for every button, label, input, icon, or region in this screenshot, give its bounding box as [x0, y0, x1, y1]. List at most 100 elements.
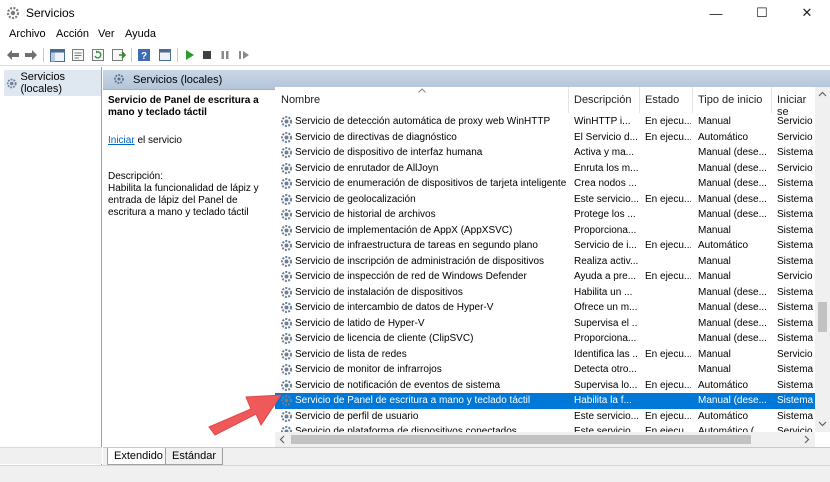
service-row[interactable]: Servicio de implementación de AppX (AppX…: [275, 223, 820, 239]
service-description: Supervisa el ...: [574, 317, 638, 329]
tab-estandar[interactable]: Estándar: [165, 448, 224, 465]
console-tree: Servicios (locales): [0, 67, 102, 465]
service-logon-as: Servicio: [777, 116, 813, 127]
refresh-icon[interactable]: [90, 47, 106, 63]
menu-accion[interactable]: Acción: [56, 28, 89, 40]
description-text: Habilita la funcionalidad de lápiz y ent…: [108, 183, 259, 218]
column-header-estado[interactable]: Estado: [645, 94, 679, 106]
export-list-icon[interactable]: [110, 47, 126, 63]
service-name: Servicio de plataforma de dispositivos c…: [295, 426, 517, 432]
scroll-right-icon[interactable]: [804, 435, 810, 444]
close-button[interactable]: ✕: [784, 0, 830, 26]
service-row[interactable]: Servicio de monitor de infrarrojos Detect…: [275, 362, 820, 378]
service-status: En ejecu...: [645, 131, 691, 143]
service-startup-type: Manual (dese...: [698, 286, 767, 298]
column-header-nombre[interactable]: Nombre: [281, 94, 320, 106]
service-gear-icon: [280, 317, 293, 330]
service-name: Servicio de notificación de eventos de s…: [295, 379, 501, 391]
help-icon[interactable]: ?: [136, 47, 152, 63]
column-header-tipo-inicio[interactable]: Tipo de inicio: [698, 94, 762, 106]
service-logon-as: Sistema: [777, 379, 814, 391]
service-description: Habilita un ...: [574, 286, 633, 298]
service-startup-type: Manual (dese...: [698, 178, 767, 189]
service-row[interactable]: Servicio de enumeración de dispositivos …: [275, 176, 820, 192]
service-row[interactable]: Servicio de inscripción de administració…: [275, 254, 820, 270]
restart-icon[interactable]: [236, 47, 252, 63]
service-logon-as: Sistema: [777, 255, 814, 267]
pause-icon[interactable]: [217, 47, 233, 63]
service-row[interactable]: Servicio de dispositivo de interfaz huma…: [275, 145, 820, 161]
menu-bar: Archivo Acción Ver Ayuda: [0, 26, 830, 44]
service-startup-type: Manual (dese...: [698, 333, 767, 344]
menu-ayuda[interactable]: Ayuda: [125, 28, 156, 40]
service-description: Este servicio...: [574, 426, 638, 432]
service-description: Proporciona...: [574, 224, 637, 236]
service-status: En ejecu...: [645, 240, 691, 251]
service-row[interactable]: Servicio de directivas de diagnóstico El …: [275, 130, 820, 146]
vertical-scroll-thumb[interactable]: [818, 302, 827, 332]
list-horizontal-scrollbar[interactable]: [275, 432, 815, 447]
service-logon-as: Servicio: [777, 426, 813, 432]
service-row[interactable]: Servicio de historial de archivos Protege…: [275, 207, 820, 223]
service-row[interactable]: Servicio de notificación de eventos de s…: [275, 378, 820, 394]
service-name: Servicio de inscripción de administració…: [295, 255, 545, 267]
service-startup-type: Manual (dese...: [698, 209, 767, 220]
stop-icon[interactable]: [199, 47, 215, 63]
service-status: En ejecu...: [645, 348, 691, 360]
service-logon-as: Servicio: [777, 131, 813, 143]
service-row[interactable]: Servicio de enrutador de AllJoyn Enruta l…: [275, 161, 820, 177]
service-row[interactable]: Servicio de Panel de escritura a mano y …: [275, 393, 820, 409]
column-header-descripcion[interactable]: Descripción: [574, 94, 631, 106]
console-window-icon[interactable]: [157, 47, 173, 63]
service-row[interactable]: Servicio de perfil de usuario Este servic…: [275, 409, 820, 425]
service-gear-icon: [280, 193, 293, 206]
back-arrow-icon[interactable]: [5, 47, 21, 63]
service-row[interactable]: Servicio de infraestructura de tareas en…: [275, 238, 820, 254]
minimize-button[interactable]: —: [693, 0, 739, 26]
maximize-button[interactable]: ☐: [739, 0, 785, 26]
service-row[interactable]: Servicio de geolocalización Este servicio…: [275, 192, 820, 208]
service-name: Servicio de infraestructura de tareas en…: [295, 240, 538, 251]
service-row[interactable]: Servicio de instalación de dispositivos H…: [275, 285, 820, 301]
service-row[interactable]: Servicio de licencia de cliente (ClipSVC…: [275, 331, 820, 347]
service-logon-as: Sistema: [777, 395, 814, 406]
play-icon[interactable]: [181, 47, 197, 63]
tree-horizontal-scrollbar[interactable]: [0, 447, 102, 464]
properties-sheet-icon[interactable]: [70, 47, 86, 63]
service-gear-icon: [280, 239, 293, 252]
window-title: Servicios: [26, 6, 75, 20]
service-row[interactable]: Servicio de lista de redes Identifica las…: [275, 347, 820, 363]
service-description: Crea nodos ...: [574, 178, 637, 189]
show-tree-icon[interactable]: [49, 47, 65, 63]
service-gear-icon: [280, 224, 293, 237]
service-description: Ayuda a pre...: [574, 271, 637, 282]
tab-extendido[interactable]: Extendido: [107, 448, 170, 465]
service-row[interactable]: Servicio de detección automática de prox…: [275, 114, 820, 130]
service-name: Servicio de enumeración de dispositivos …: [295, 178, 567, 189]
start-service-link[interactable]: Iniciar: [108, 135, 135, 146]
horizontal-scroll-thumb[interactable]: [291, 435, 751, 444]
service-row[interactable]: Servicio de inspección de red de Windows…: [275, 269, 820, 285]
pane-header-title: Servicios (locales): [133, 73, 223, 86]
service-startup-type: Automático: [698, 410, 749, 422]
sort-ascending-icon: [418, 88, 426, 93]
service-description: Servicio de i...: [574, 240, 637, 251]
service-gear-icon: [280, 208, 293, 221]
menu-ver[interactable]: Ver: [98, 28, 115, 40]
service-logon-as: Sistema: [777, 317, 814, 329]
service-row[interactable]: Servicio de plataforma de dispositivos c…: [275, 424, 820, 432]
tree-item-servicios-locales[interactable]: Servicios (locales): [4, 70, 101, 96]
service-row[interactable]: Servicio de intercambio de datos de Hype…: [275, 300, 820, 316]
service-description: Detecta otro...: [574, 364, 637, 375]
service-name: Servicio de instalación de dispositivos: [295, 286, 463, 298]
services-list: Nombre Descripción Estado Tipo de inicio…: [275, 87, 820, 432]
scroll-up-icon[interactable]: [818, 91, 827, 97]
service-logon-as: Sistema: [777, 193, 814, 205]
scroll-down-icon[interactable]: [818, 421, 827, 427]
view-tabs: Extendido Estándar: [103, 447, 830, 465]
forward-arrow-icon[interactable]: [23, 47, 39, 63]
list-vertical-scrollbar[interactable]: [815, 87, 830, 432]
service-gear-icon: [280, 177, 293, 190]
service-row[interactable]: Servicio de latido de Hyper-V Supervisa e…: [275, 316, 820, 332]
menu-archivo[interactable]: Archivo: [9, 28, 46, 40]
